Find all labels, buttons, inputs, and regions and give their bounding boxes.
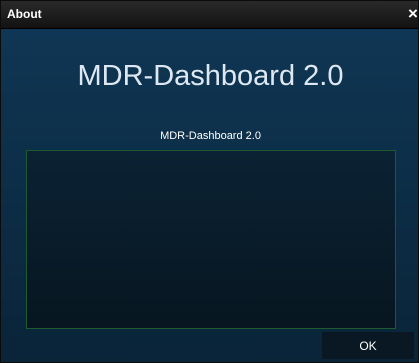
ok-button[interactable]: OK — [322, 332, 414, 359]
dialog-content: MDR-Dashboard 2.0 MDR-Dashboard 2.0 OK — [1, 29, 418, 362]
app-subtitle: MDR-Dashboard 2.0 — [160, 130, 261, 142]
dialog-title: About — [7, 7, 42, 21]
about-dialog: About × MDR-Dashboard 2.0 MDR-Dashboard … — [0, 0, 419, 363]
title-bar[interactable]: About × — [1, 1, 418, 29]
app-title: MDR-Dashboard 2.0 — [77, 60, 344, 92]
info-text-area[interactable] — [26, 150, 396, 329]
close-icon[interactable]: × — [406, 4, 418, 24]
